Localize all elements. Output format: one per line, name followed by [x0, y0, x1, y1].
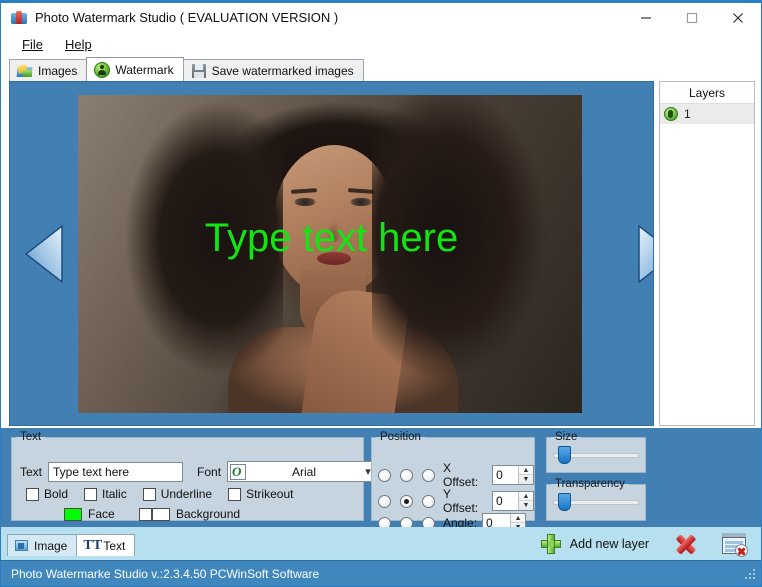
layer-person-icon	[664, 107, 678, 121]
y-offset-radio-center[interactable]	[400, 495, 413, 508]
background-color-swatch[interactable]	[152, 508, 170, 521]
y-offset-down-arrow[interactable]: ▼	[519, 501, 533, 510]
italic-checkbox[interactable]	[84, 488, 97, 501]
layers-header: Layers	[660, 82, 754, 104]
tab-images-label: Images	[38, 64, 77, 78]
images-icon	[17, 63, 33, 79]
size-slider[interactable]	[553, 446, 639, 464]
font-select-value: Arial	[248, 465, 360, 479]
font-select[interactable]: O Arial ▾	[227, 461, 379, 482]
position-group: Position X Offset: 0 ▲▼ Y Offset: 0 ▲▼	[371, 431, 535, 521]
layer-type-tabs: Image TT Text	[1, 527, 134, 560]
watermark-text-overlay[interactable]: Type text here	[10, 218, 653, 258]
layer-name: 1	[684, 107, 691, 121]
x-offset-spinner[interactable]: 0 ▲▼	[492, 465, 534, 485]
tab-images[interactable]: Images	[9, 59, 87, 81]
text-tt-icon: TT	[83, 538, 98, 553]
tab-save-watermarked-images[interactable]: Save watermarked images	[183, 59, 364, 81]
subtab-text[interactable]: TT Text	[76, 534, 135, 556]
underline-label: Underline	[161, 487, 212, 501]
x-offset-down-arrow[interactable]: ▼	[519, 475, 533, 484]
bold-checkbox[interactable]	[26, 488, 39, 501]
x-offset-up-arrow[interactable]: ▲	[519, 466, 533, 475]
transparency-slider[interactable]	[553, 493, 639, 511]
tab-save-label: Save watermarked images	[212, 64, 354, 78]
minimize-button[interactable]	[623, 2, 669, 33]
italic-label: Italic	[102, 487, 127, 501]
settings-strip: Text Text Font O Arial ▾ Bold Italic Und…	[1, 428, 761, 527]
status-bar: Photo Watermarke Studio v.:2.3.4.50 PCWi…	[1, 560, 761, 586]
text-field-label: Text	[20, 465, 42, 479]
maximize-button[interactable]	[669, 2, 715, 33]
window-title: Photo Watermark Studio ( EVALUATION VERS…	[35, 10, 623, 25]
font-field-label: Font	[197, 465, 221, 479]
title-bar: Photo Watermark Studio ( EVALUATION VERS…	[1, 1, 761, 32]
menu-bar: File Help	[1, 32, 761, 56]
subtab-text-label: Text	[103, 539, 125, 553]
menu-file-label: File	[22, 37, 43, 52]
add-new-layer-label: Add new layer	[570, 537, 649, 551]
resize-grip-icon[interactable]	[743, 567, 757, 581]
position-group-legend: Position	[376, 431, 425, 443]
y-offset-value: 0	[493, 492, 518, 510]
menu-file[interactable]: File	[13, 35, 52, 54]
watermark-text-input[interactable]	[48, 462, 183, 482]
clear-all-layers-button[interactable]	[721, 532, 747, 556]
tab-watermark[interactable]: Watermark	[86, 57, 183, 81]
image-icon	[14, 538, 29, 553]
subtab-image-label: Image	[34, 539, 67, 553]
watermark-person-icon	[94, 62, 110, 78]
status-bar-text: Photo Watermarke Studio v.:2.3.4.50 PCWi…	[11, 567, 319, 581]
delete-layer-button[interactable]	[673, 531, 699, 557]
transparency-group-legend: Transparency	[551, 478, 629, 490]
opentype-o-icon: O	[230, 464, 246, 480]
size-group: Size	[546, 431, 646, 473]
application-window: Photo Watermark Studio ( EVALUATION VERS…	[0, 0, 762, 587]
background-label: Background	[176, 507, 240, 521]
bottom-toolbar: Image TT Text Add new layer	[1, 527, 761, 560]
menu-help-label: Help	[65, 37, 92, 52]
face-label: Face	[88, 507, 115, 521]
tab-watermark-label: Watermark	[115, 63, 173, 77]
app-camera-icon	[11, 10, 27, 26]
size-slider-thumb[interactable]	[558, 446, 571, 464]
transparency-group: Transparency	[546, 478, 646, 521]
layers-panel: Layers 1	[659, 81, 755, 426]
x-offset-label: X Offset:	[443, 461, 487, 489]
strikeout-label: Strikeout	[246, 487, 293, 501]
y-offset-up-arrow[interactable]: ▲	[519, 492, 533, 501]
y-offset-radio-left[interactable]	[378, 495, 391, 508]
green-plus-icon	[540, 533, 562, 555]
y-offset-radio-right[interactable]	[422, 495, 435, 508]
layer-list-item[interactable]: 1	[660, 104, 754, 124]
angle-up-arrow[interactable]: ▲	[511, 514, 525, 523]
bold-label: Bold	[44, 487, 68, 501]
background-checkbox[interactable]	[139, 508, 152, 521]
floppy-save-icon	[191, 63, 207, 79]
menu-help[interactable]: Help	[56, 35, 101, 54]
add-new-layer-button[interactable]: Add new layer	[540, 533, 649, 555]
y-offset-label: Y Offset:	[443, 487, 487, 515]
main-tab-strip: Images Watermark Save watermarked images	[9, 57, 753, 81]
face-color-swatch[interactable]	[64, 508, 82, 521]
underline-checkbox[interactable]	[143, 488, 156, 501]
size-group-legend: Size	[551, 431, 581, 443]
text-group: Text Text Font O Arial ▾ Bold Italic Und…	[11, 431, 364, 521]
window-controls	[623, 2, 761, 33]
transparency-slider-thumb[interactable]	[558, 493, 571, 511]
subtab-image[interactable]: Image	[7, 534, 77, 556]
x-offset-value: 0	[493, 466, 518, 484]
text-group-legend: Text	[16, 431, 45, 443]
x-offset-radio-right[interactable]	[422, 469, 435, 482]
strikeout-checkbox[interactable]	[228, 488, 241, 501]
preview-canvas[interactable]: Type text here	[9, 81, 654, 426]
x-offset-radio-left[interactable]	[378, 469, 391, 482]
x-offset-radio-center[interactable]	[400, 469, 413, 482]
close-button[interactable]	[715, 2, 761, 33]
y-offset-spinner[interactable]: 0 ▲▼	[492, 491, 534, 511]
